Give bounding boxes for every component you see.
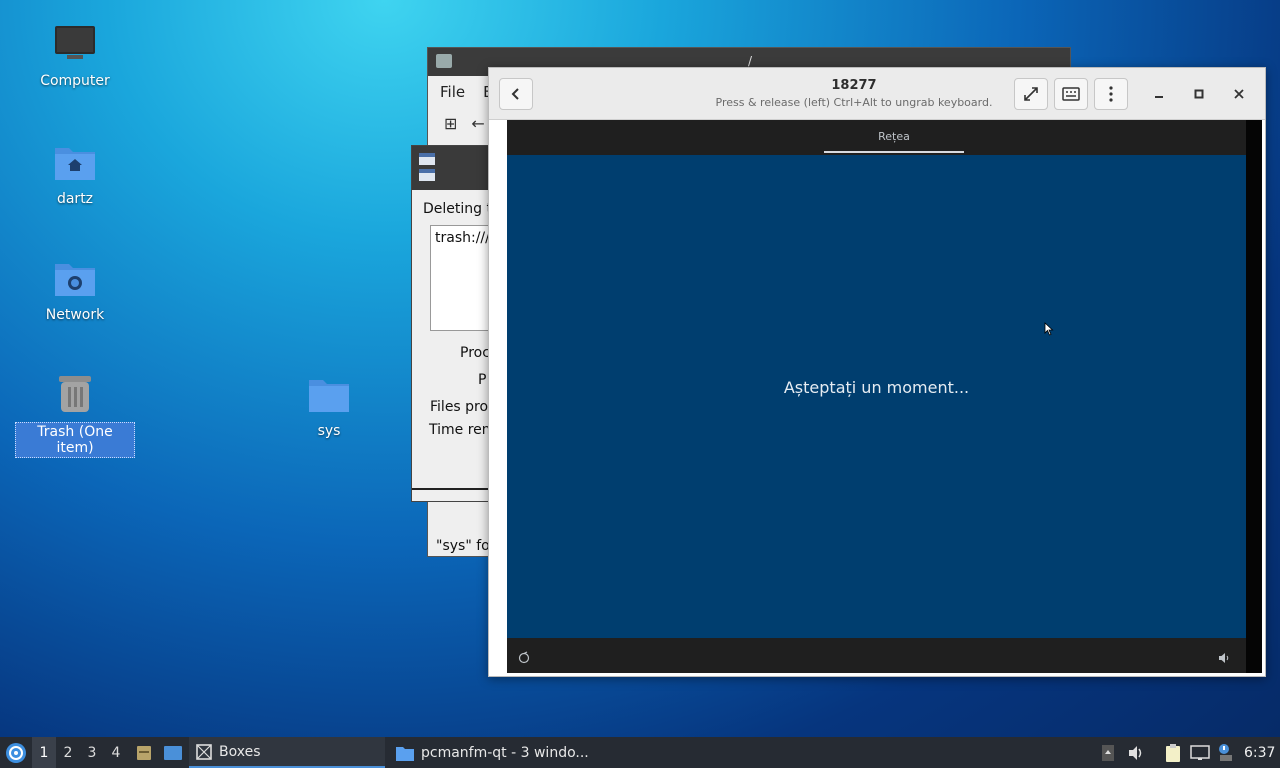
chevron-left-icon bbox=[511, 88, 519, 100]
window-icon bbox=[419, 153, 437, 183]
minimize-icon bbox=[1155, 96, 1163, 98]
header-bar[interactable]: 18277 Press & release (left) Ctrl+Alt to… bbox=[489, 68, 1265, 120]
desktop-icon-label: Computer bbox=[40, 73, 110, 89]
folder-icon bbox=[309, 380, 349, 412]
desktop-icon-network[interactable]: Network bbox=[15, 256, 135, 324]
menu-file[interactable]: File bbox=[440, 83, 465, 101]
desktop-icon bbox=[164, 745, 182, 760]
dialog-heading: Deleting t bbox=[423, 201, 492, 217]
tray-clipboard[interactable] bbox=[1162, 737, 1184, 768]
tray-volume[interactable] bbox=[1126, 737, 1146, 768]
desktop-icon-label: sys bbox=[317, 423, 341, 439]
tray-expand-button[interactable] bbox=[1099, 737, 1117, 768]
network-folder-icon bbox=[55, 264, 95, 296]
desktop-icon-label: Trash (One item) bbox=[15, 422, 135, 458]
window-subtitle: Press & release (left) Ctrl+Alt to ungra… bbox=[715, 96, 993, 109]
update-notifier-icon bbox=[1219, 743, 1232, 761]
maximize-button[interactable] bbox=[1186, 81, 1212, 107]
task-label: pcmanfm-qt - 3 windo... bbox=[421, 744, 589, 761]
desktop-icon-sys[interactable]: sys bbox=[269, 372, 389, 440]
vm-side-border bbox=[1246, 120, 1262, 673]
minimize-button[interactable] bbox=[1146, 81, 1172, 107]
mouse-cursor-icon bbox=[1044, 322, 1054, 336]
task-boxes[interactable]: Boxes bbox=[189, 737, 385, 768]
window-title: / bbox=[748, 54, 753, 68]
tray-network[interactable] bbox=[1189, 737, 1211, 768]
window-title: 18277 bbox=[831, 78, 877, 93]
volume-icon[interactable] bbox=[1217, 651, 1231, 665]
keyboard-button[interactable] bbox=[1054, 78, 1088, 110]
task-pcmanfm[interactable]: pcmanfm-qt - 3 windo... bbox=[389, 737, 589, 768]
status-bar: "sys" fol bbox=[436, 538, 494, 554]
menu-button[interactable] bbox=[1094, 78, 1128, 110]
task-label: Boxes bbox=[219, 743, 261, 760]
close-button[interactable] bbox=[1226, 81, 1252, 107]
tray-updates[interactable] bbox=[1215, 737, 1235, 768]
boxes-window[interactable]: 18277 Press & release (left) Ctrl+Alt to… bbox=[488, 67, 1266, 677]
keyboard-icon bbox=[1062, 87, 1080, 101]
home-folder-icon bbox=[55, 148, 95, 180]
desktop-icon-trash[interactable]: Trash (One item) bbox=[15, 372, 135, 458]
more-vertical-icon bbox=[1109, 86, 1113, 102]
quicklaunch-file-manager[interactable] bbox=[134, 737, 154, 768]
new-tab-icon[interactable]: ⊞ bbox=[444, 114, 457, 133]
chevron-up-icon bbox=[1102, 744, 1114, 761]
desktop-icon-home[interactable]: dartz bbox=[15, 140, 135, 208]
fullscreen-button[interactable] bbox=[1014, 78, 1048, 110]
network-wired-icon bbox=[1190, 744, 1210, 760]
taskbar: 1 2 3 4 Boxes pcmanfm-qt - 3 windo... 6:… bbox=[0, 737, 1280, 768]
vm-tab-underline bbox=[824, 151, 964, 153]
folder-icon bbox=[436, 54, 452, 68]
workspace-4[interactable]: 4 bbox=[104, 737, 128, 768]
monitor-icon bbox=[55, 26, 95, 59]
vm-display[interactable]: Rețea Așteptați un moment... bbox=[507, 120, 1246, 673]
clock[interactable]: 6:37 bbox=[1244, 737, 1275, 768]
quicklaunch-show-desktop[interactable] bbox=[162, 737, 184, 768]
vm-setup-tab: Rețea bbox=[878, 130, 910, 143]
clipboard-icon bbox=[1166, 743, 1180, 762]
close-icon bbox=[1234, 89, 1244, 99]
start-menu-button[interactable] bbox=[4, 737, 28, 768]
desktop-icon-label: dartz bbox=[56, 191, 94, 207]
workspace-1[interactable]: 1 bbox=[32, 737, 56, 768]
lubuntu-logo-icon bbox=[6, 742, 26, 763]
trash-icon bbox=[59, 376, 91, 412]
fullscreen-icon bbox=[1024, 87, 1038, 101]
desktop-icon-label: Network bbox=[45, 307, 105, 323]
volume-icon bbox=[1129, 745, 1142, 760]
ease-of-access-icon[interactable] bbox=[517, 651, 531, 665]
progress-sub-label: P bbox=[478, 372, 487, 388]
workspace-3[interactable]: 3 bbox=[80, 737, 104, 768]
folder-icon bbox=[396, 746, 414, 761]
maximize-icon bbox=[1194, 89, 1204, 99]
workspace-2[interactable]: 2 bbox=[56, 737, 80, 768]
file-cabinet-icon bbox=[137, 745, 151, 760]
progress-label: Proc bbox=[460, 345, 490, 361]
back-button[interactable] bbox=[499, 78, 533, 110]
vm-wait-message: Așteptați un moment... bbox=[783, 378, 970, 397]
files-processed-label: Files pro bbox=[430, 399, 489, 415]
desktop-icon-computer[interactable]: Computer bbox=[15, 22, 135, 90]
back-arrow-icon[interactable]: ← bbox=[471, 114, 484, 133]
time-remaining-label: Time rem bbox=[429, 422, 496, 438]
boxes-app-icon bbox=[196, 743, 212, 760]
item-path: trash:/// bbox=[435, 230, 490, 246]
